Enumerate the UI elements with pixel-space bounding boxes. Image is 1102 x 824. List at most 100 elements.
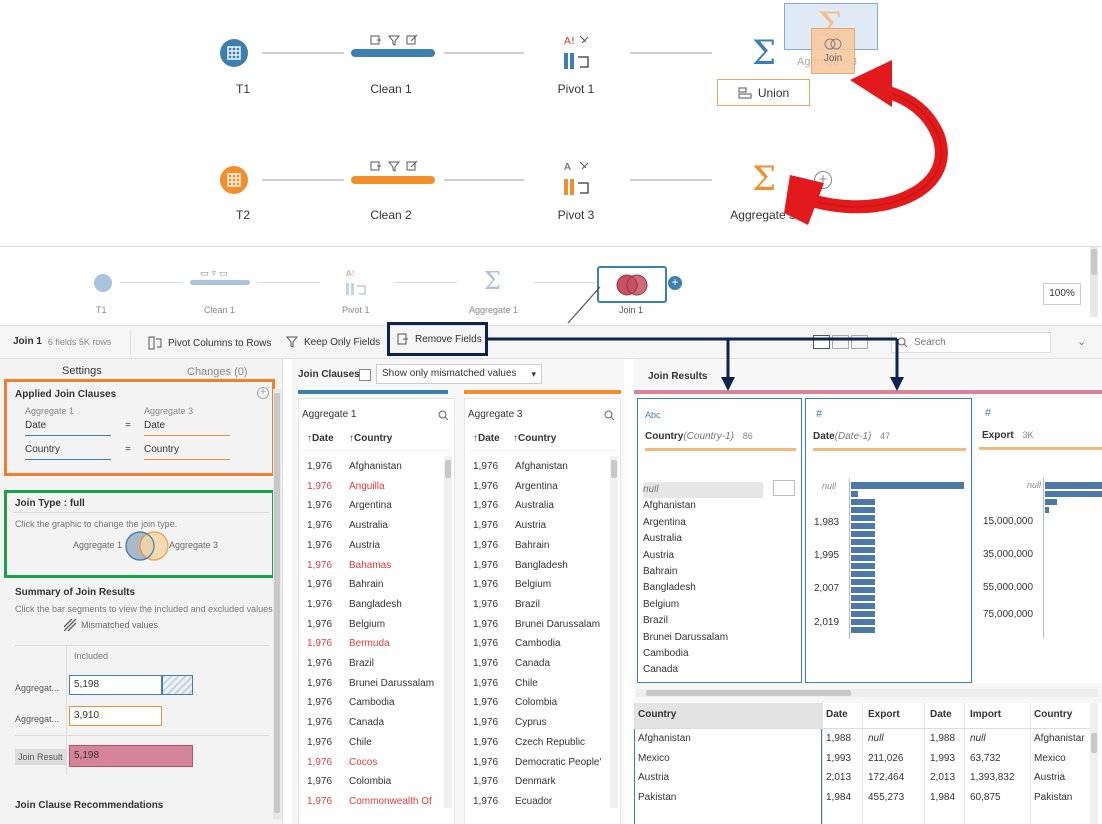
clause-value-date[interactable]: 1,976 (307, 733, 332, 753)
mini-pivot-icon[interactable]: A! (345, 267, 367, 299)
grid-cell[interactable]: 1,993 (930, 749, 968, 769)
profile-value[interactable]: Brazil (643, 613, 668, 629)
histogram-bar[interactable] (851, 515, 875, 521)
clause-value-country[interactable]: Brazil (349, 654, 444, 674)
clause-value-date[interactable]: 1,976 (307, 753, 332, 773)
clause-value-date[interactable]: 1,976 (307, 634, 332, 654)
clause-value-country[interactable]: Chile (349, 733, 444, 753)
histogram-bar[interactable] (851, 507, 875, 513)
clause-value-date[interactable]: 1,976 (473, 615, 498, 635)
clause-value-date[interactable]: 1,976 (473, 457, 498, 477)
clause-right-field[interactable]: Date (144, 420, 230, 436)
clause-value-country[interactable]: Afghanistan (349, 457, 444, 477)
grid-cell[interactable]: Austria (638, 768, 788, 788)
clause-value-country[interactable]: Australia (515, 496, 610, 516)
histogram-bar[interactable] (851, 547, 875, 553)
aggregate-icon[interactable]: Σ (752, 162, 776, 196)
grid-header[interactable]: Import (970, 705, 1032, 725)
histogram-bar[interactable] (851, 539, 875, 545)
grid-cell[interactable]: 60,875 (970, 788, 1032, 808)
pivot-step-icon[interactable]: A! (562, 33, 592, 73)
grid-header[interactable]: Country (638, 705, 788, 725)
clause-value-date[interactable]: 1,976 (307, 496, 332, 516)
clause-value-date[interactable]: 1,976 (307, 457, 332, 477)
mismatch-checkbox[interactable] (359, 369, 371, 381)
grid-cell[interactable]: Austria (1034, 768, 1090, 788)
histogram-bar[interactable] (1045, 499, 1057, 505)
search-input[interactable] (914, 337, 1044, 348)
clause-value-date[interactable]: 1,976 (307, 772, 332, 792)
settings-scrollbar[interactable] (273, 389, 281, 819)
grid-cell[interactable]: 63,732 (970, 749, 1032, 769)
clause-value-country[interactable]: Ecuador (515, 792, 610, 812)
clause-value-country[interactable]: Australia (349, 516, 444, 536)
clause-value-country[interactable]: Bangladesh (349, 595, 444, 615)
clause-value-date[interactable]: 1,976 (307, 792, 332, 812)
grid-cell[interactable]: null (868, 729, 926, 749)
profile-value[interactable]: null (643, 482, 763, 498)
pivot-columns-button[interactable]: Pivot Columns to Rows (148, 336, 271, 350)
clause-value-country[interactable]: Cambodia (515, 634, 610, 654)
col-header-date[interactable]: ↑Date (473, 433, 500, 444)
clause-value-date[interactable]: 1,976 (307, 575, 332, 595)
grid-cell[interactable]: 172,464 (868, 768, 926, 788)
clause-value-country[interactable]: Bahrain (349, 575, 444, 595)
clause-left-field[interactable]: Country (25, 444, 111, 460)
list-scrollbar[interactable] (444, 456, 452, 808)
histogram-bar[interactable] (851, 555, 875, 561)
grid-header[interactable]: Date (826, 705, 866, 725)
clause-value-date[interactable]: 1,976 (307, 693, 332, 713)
clause-value-country[interactable]: Brunei Darussalam (349, 674, 444, 694)
summary-bar-included[interactable]: 3,910 (69, 706, 162, 726)
histogram-bar[interactable] (851, 603, 875, 609)
grid-cell[interactable]: Pakistan (1034, 788, 1090, 808)
mini-scroll-box[interactable] (773, 480, 795, 496)
clause-value-date[interactable]: 1,976 (473, 556, 498, 576)
clause-value-country[interactable]: Argentina (515, 477, 610, 497)
clause-operator[interactable]: = (125, 420, 131, 431)
grid-header[interactable]: Country (1034, 705, 1090, 725)
clause-value-date[interactable]: 1,976 (473, 477, 498, 497)
profile-card-date[interactable]: # Date(Date-1) 47 null 1,983 1,995 2,007… (805, 398, 972, 683)
grid-scrollbar[interactable] (1090, 703, 1098, 824)
grid-cell[interactable]: Mexico (638, 749, 788, 769)
summary-bar[interactable]: 5,198 (69, 675, 193, 695)
clause-value-country[interactable]: Belgium (349, 615, 444, 635)
histogram-bar[interactable] (851, 595, 875, 601)
histogram-bar[interactable] (851, 523, 875, 529)
clause-value-country[interactable]: Cocos (349, 753, 444, 773)
search-icon[interactable] (438, 410, 449, 421)
histogram-bar[interactable] (851, 571, 875, 577)
histogram-bar[interactable] (1045, 507, 1049, 513)
grid-cell[interactable]: 2,013 (826, 768, 866, 788)
clause-value-country[interactable]: Anguilla (349, 477, 444, 497)
clause-value-date[interactable]: 1,976 (473, 674, 498, 694)
col-header-country[interactable]: ↑Country (349, 433, 392, 444)
clause-value-country[interactable]: Brunei Darussalam (515, 615, 610, 635)
add-clause-icon[interactable]: + (257, 387, 269, 399)
profile-value[interactable]: Australia (643, 531, 682, 547)
grid-cell[interactable]: 211,026 (868, 749, 926, 769)
clause-value-country[interactable]: Democratic People' (515, 753, 610, 773)
grid-cell[interactable]: 1,993 (826, 749, 866, 769)
histogram-bar[interactable] (851, 619, 875, 625)
flow-scrollbar[interactable] (1090, 247, 1098, 317)
grid-cell[interactable]: 1,393,832 (970, 768, 1032, 788)
clause-value-country[interactable]: Canada (349, 713, 444, 733)
clause-value-country[interactable]: Colombia (515, 693, 610, 713)
grid-cell[interactable]: 1,988 (826, 729, 866, 749)
profile-value[interactable]: Afghanistan (643, 498, 696, 514)
profile-value[interactable]: Argentina (643, 515, 686, 531)
tab-changes[interactable]: Changes (0) (187, 366, 248, 378)
summary-bar-included[interactable]: 5,198 (69, 675, 162, 695)
clause-value-date[interactable]: 1,976 (307, 516, 332, 536)
clause-value-date[interactable]: 1,976 (473, 496, 498, 516)
col-header-date[interactable]: ↑Date (307, 433, 334, 444)
search-icon[interactable] (604, 410, 615, 421)
clause-value-date[interactable]: 1,976 (307, 615, 332, 635)
clause-value-date[interactable]: 1,976 (307, 477, 332, 497)
clause-value-country[interactable]: Austria (515, 516, 610, 536)
clause-value-date[interactable]: 1,976 (307, 595, 332, 615)
grid-cell[interactable]: 1,984 (930, 788, 968, 808)
grid-header[interactable]: Export (868, 705, 926, 725)
